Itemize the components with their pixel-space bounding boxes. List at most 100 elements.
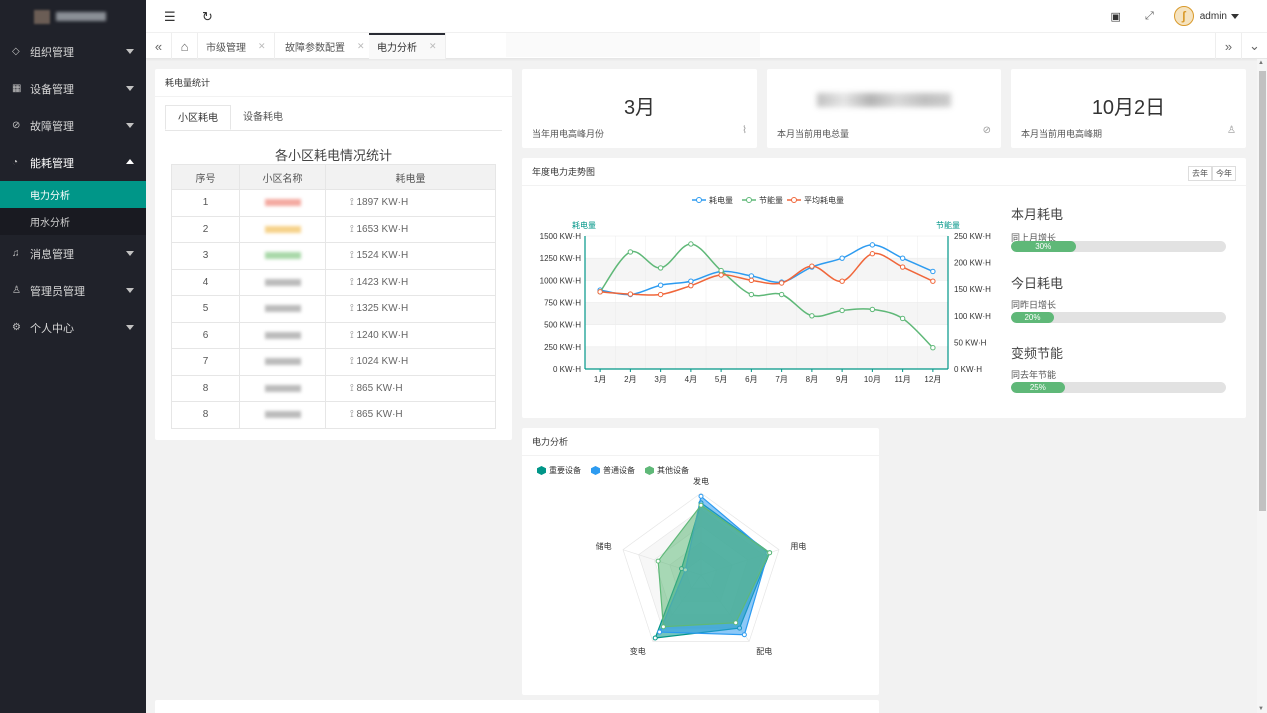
cell-value: ⟟ 865 KW·H xyxy=(325,401,496,429)
x-tick-label: 10月 xyxy=(864,375,881,384)
legend-marker xyxy=(537,466,546,475)
last-year-button[interactable]: 去年 xyxy=(1188,166,1212,181)
chevron-down-icon xyxy=(126,49,134,54)
trend-icon: ⌇ xyxy=(742,125,747,136)
user-menu[interactable]: ʃ admin xyxy=(1173,6,1239,26)
subtab-community[interactable]: 小区耗电 xyxy=(165,105,231,130)
x-tick-label: 2月 xyxy=(624,375,636,384)
tabs-scroll-left-icon[interactable]: « xyxy=(146,33,172,59)
menu-energy[interactable]: ◔ 能耗管理 xyxy=(0,144,146,181)
cell-value: ⟟ 1897 KW·H xyxy=(325,189,496,217)
chevron-down-icon xyxy=(126,123,134,128)
data-point xyxy=(657,265,664,271)
tab-fault-params[interactable]: 故障参数配置 ✕ xyxy=(277,33,374,59)
message-icon[interactable]: ▣ xyxy=(1111,10,1121,23)
radar-point xyxy=(652,635,658,641)
tab-overlay xyxy=(506,33,760,57)
line-legend: 耗电量 节能量 平均耗电量 xyxy=(692,195,844,205)
data-point xyxy=(778,291,785,298)
tabs-scroll-right-icon[interactable]: » xyxy=(1215,33,1241,59)
user-icon: ♙ xyxy=(1227,125,1236,136)
card-title: 电力分析 xyxy=(522,428,879,456)
col-name: 小区名称 xyxy=(239,164,326,190)
cell-value: ⟟ 1423 KW·H xyxy=(325,268,496,296)
menu-fault[interactable]: ⊘ 故障管理 xyxy=(0,107,146,144)
table-row: 5 ⟟ 1325 KW·H xyxy=(171,295,496,323)
legend-item: 平均耗电量 xyxy=(787,195,844,205)
data-point xyxy=(748,277,755,284)
scroll-down-icon[interactable]: ▼ xyxy=(1258,706,1264,712)
stat-label: 本月当前用电高峰期 xyxy=(1021,129,1103,139)
subtab-device[interactable]: 设备耗电 xyxy=(231,105,295,130)
page-scrollbar[interactable]: ▲ ▼ xyxy=(1257,59,1267,713)
table-row: 1 ⟟ 1897 KW·H xyxy=(171,189,496,217)
check-circle-icon: ⊘ xyxy=(12,120,21,131)
scroll-up-icon[interactable]: ▲ xyxy=(1258,60,1264,66)
close-icon[interactable]: ✕ xyxy=(258,41,266,52)
cell-no: 8 xyxy=(171,401,240,429)
menu-org[interactable]: ◇ 组织管理 xyxy=(0,33,146,70)
table-header-row: 序号 小区名称 耗电量 xyxy=(171,164,496,190)
stat-card-peak-month: 3月 当年用电高峰月份 ⌇ xyxy=(522,69,757,148)
radar-indicator-label: 用电 xyxy=(790,541,806,551)
tag-icon: ◇ xyxy=(12,46,20,57)
data-point xyxy=(627,249,634,255)
menu-device[interactable]: ▦ 设备管理 xyxy=(0,70,146,107)
table-row: 6 ⟟ 1240 KW·H xyxy=(171,321,496,349)
tab-label: 电力分析 xyxy=(377,42,417,54)
data-point xyxy=(869,306,876,313)
stat-label: 当年用电高峰月份 xyxy=(532,129,605,139)
legend-dot xyxy=(696,197,702,203)
trend-line-chart: 耗电量 节能量 平均耗电量耗电量 节能量0 KW·H250 KW·H500 KW·H7… xyxy=(540,195,991,384)
menu-admin[interactable]: ♙ 管理员管理 xyxy=(0,272,146,309)
scroll-thumb[interactable] xyxy=(1259,71,1266,511)
cell-value: ⟟ 865 KW·H xyxy=(325,374,496,402)
table-row: 2 ⟟ 1653 KW·H xyxy=(171,215,496,243)
cell-value: ⟟ 1653 KW·H xyxy=(325,215,496,243)
energy-title: 今日耗电 xyxy=(1011,276,1064,291)
submenu-water-analysis[interactable]: 用水分析 xyxy=(0,208,146,235)
x-tick-label: 8月 xyxy=(806,375,818,384)
menu-message[interactable]: ♫ 消息管理 xyxy=(0,235,146,272)
table-row: 8 ⟟ 865 KW·H xyxy=(171,401,496,429)
close-icon[interactable]: ✕ xyxy=(429,41,437,52)
value-text: 1524 KW·H xyxy=(356,250,409,262)
app-logo[interactable] xyxy=(0,0,146,33)
x-tick-label: 3月 xyxy=(654,375,666,384)
x-tick-label: 9月 xyxy=(836,375,848,384)
home-icon[interactable]: ⌂ xyxy=(172,33,198,59)
legend-label: 平均耗电量 xyxy=(804,195,844,205)
table-title: 各小区耗电情况统计 xyxy=(274,148,392,163)
menu-label: 管理员管理 xyxy=(30,285,85,298)
chevron-down-icon xyxy=(126,86,134,91)
legend-dot xyxy=(791,197,797,203)
data-point xyxy=(809,263,815,269)
blurred-name xyxy=(264,411,301,419)
radar-chart: 发电用电配电 变电 储电 xyxy=(596,476,807,656)
refresh-icon[interactable]: ↻ xyxy=(202,9,213,25)
blurred-name xyxy=(264,225,301,233)
blurred-name xyxy=(264,199,301,207)
user-icon: ♙ xyxy=(12,285,21,296)
tab-power-analysis[interactable]: 电力分析 ✕ xyxy=(369,33,446,59)
blurred-name xyxy=(264,252,301,260)
radar-indicator-label: 配电 xyxy=(756,646,772,656)
data-point xyxy=(839,255,845,261)
tabs-dropdown-icon[interactable]: ⌄ xyxy=(1241,33,1267,59)
chevron-down-icon xyxy=(126,251,134,256)
data-point xyxy=(748,291,755,298)
tab-city-management[interactable]: 市级管理 ✕ xyxy=(198,33,275,59)
consumption-subtabs: 小区耗电 设备耗电 xyxy=(165,105,502,131)
close-icon[interactable]: ✕ xyxy=(357,41,365,52)
menu-personal[interactable]: ⚙ 个人中心 xyxy=(0,309,146,346)
cell-no: 5 xyxy=(171,295,240,323)
dashboard-icon: ◔ xyxy=(12,157,19,168)
data-point xyxy=(930,345,936,351)
cell-value: ⟟ 1524 KW·H xyxy=(325,242,496,270)
fullscreen-icon[interactable]: ⤢ xyxy=(1145,10,1154,23)
submenu-power-analysis[interactable]: 电力分析 xyxy=(0,181,146,208)
progress-fill: 25% xyxy=(1011,382,1065,393)
legend-item: 耗电量 xyxy=(692,195,733,205)
this-year-button[interactable]: 今年 xyxy=(1212,166,1236,181)
menu-collapse-icon[interactable]: ☰ xyxy=(164,9,176,25)
